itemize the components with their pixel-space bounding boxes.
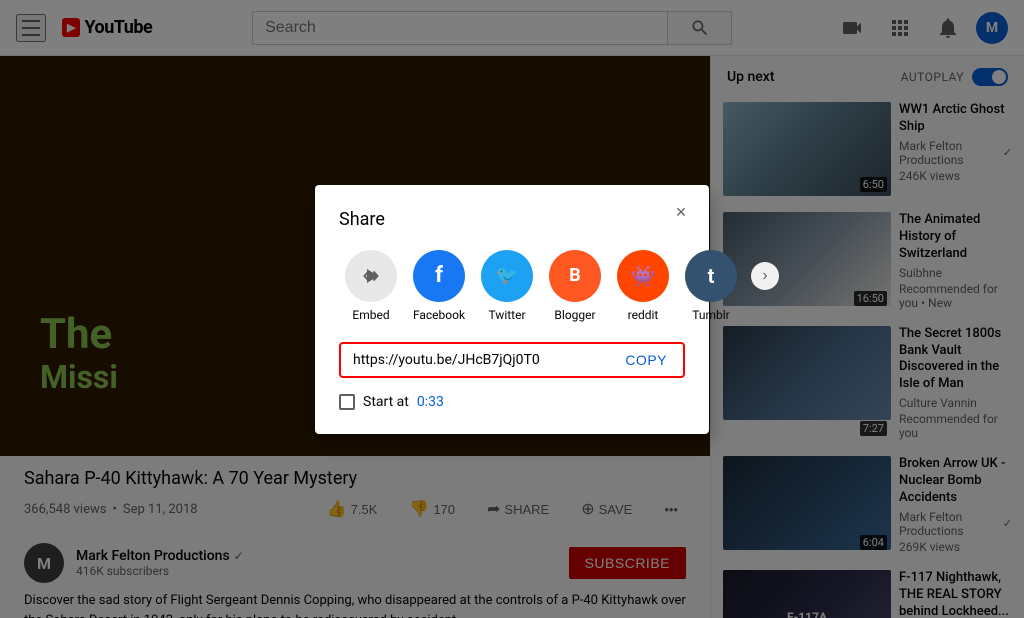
start-time: 0:33 xyxy=(417,394,444,410)
share-option-label-tumblr: Tumblr xyxy=(692,308,729,322)
share-option-label-blogger: Blogger xyxy=(554,308,595,322)
share-option-blogger[interactable]: B Blogger xyxy=(543,250,607,322)
share-icon-embed xyxy=(345,250,397,302)
url-box: https://youtu.be/JHcB7jQj0T0 COPY xyxy=(339,342,685,378)
share-option-label-embed: Embed xyxy=(352,308,389,322)
share-icon-reddit: 👾 xyxy=(617,250,669,302)
share-modal: Share × Embed f Facebook 🐦 Twitter B Blo… xyxy=(315,185,709,434)
share-icon-twitter: 🐦 xyxy=(481,250,533,302)
start-at-row: Start at 0:33 xyxy=(339,394,685,410)
share-option-twitter[interactable]: 🐦 Twitter xyxy=(475,250,539,322)
share-options-list: Embed f Facebook 🐦 Twitter B Blogger 👾 r… xyxy=(339,250,743,322)
share-options: Embed f Facebook 🐦 Twitter B Blogger 👾 r… xyxy=(339,250,685,322)
share-option-tumblr[interactable]: t Tumblr xyxy=(679,250,743,322)
share-icon-facebook: f xyxy=(413,250,465,302)
share-option-label-reddit: reddit xyxy=(628,308,659,322)
copy-button[interactable]: COPY xyxy=(621,352,671,368)
url-text: https://youtu.be/JHcB7jQj0T0 xyxy=(353,352,621,368)
share-option-label-twitter: Twitter xyxy=(488,308,525,322)
modal-close-button[interactable]: × xyxy=(665,197,697,229)
share-option-reddit[interactable]: 👾 reddit xyxy=(611,250,675,322)
share-option-label-facebook: Facebook xyxy=(413,308,465,322)
start-at-label: Start at xyxy=(363,394,409,410)
start-at-checkbox[interactable] xyxy=(339,394,355,410)
share-option-embed[interactable]: Embed xyxy=(339,250,403,322)
share-icon-tumblr: t xyxy=(685,250,737,302)
modal-title: Share xyxy=(339,209,685,230)
share-next-button[interactable]: › xyxy=(751,262,779,290)
share-option-facebook[interactable]: f Facebook xyxy=(407,250,471,322)
modal-backdrop[interactable]: Share × Embed f Facebook 🐦 Twitter B Blo… xyxy=(0,0,1024,618)
share-icon-blogger: B xyxy=(549,250,601,302)
